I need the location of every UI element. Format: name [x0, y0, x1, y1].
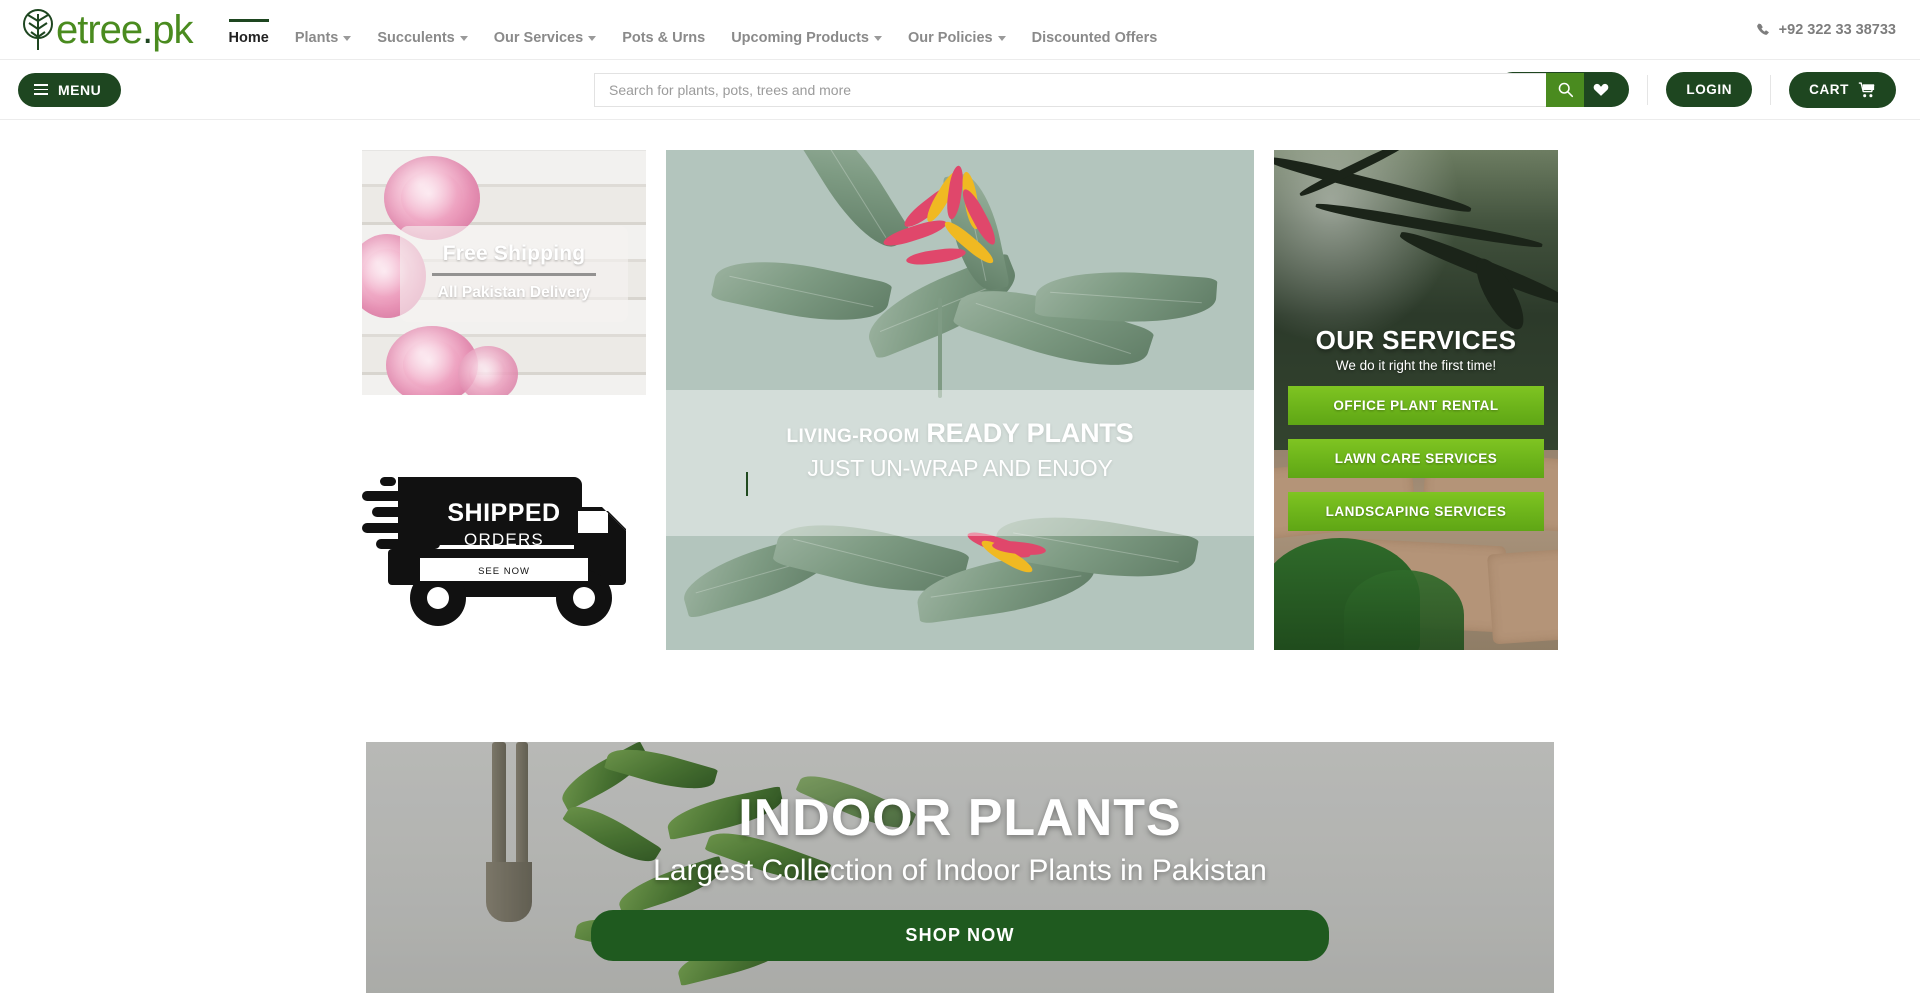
services-button-group: OFFICE PLANT RENTAL LAWN CARE SERVICES L…: [1288, 386, 1544, 545]
hero-headline-bold: READY PLANTS: [926, 418, 1133, 448]
menu-button-label: MENU: [58, 82, 101, 98]
header-divider-2: [1770, 75, 1771, 105]
header-search-bar: MENU WISHLIST LOGIN CART: [0, 60, 1920, 120]
search-form: [594, 73, 1584, 107]
nav-label: Succulents: [377, 30, 454, 46]
divider-line: [432, 273, 596, 276]
shipped-orders-card[interactable]: SHIPPED ORDERS SEE NOW: [362, 455, 646, 630]
lawn-care-services-button[interactable]: LAWN CARE SERVICES: [1288, 439, 1544, 478]
office-plant-rental-button[interactable]: OFFICE PLANT RENTAL: [1288, 386, 1544, 425]
promo-row: Free Shipping All Pakistan Delivery: [0, 120, 1920, 650]
nav-label: Our Policies: [908, 30, 993, 46]
cart-button[interactable]: CART: [1789, 72, 1896, 108]
nav-item-our-services[interactable]: Our Services: [494, 30, 596, 52]
tree-in-circle-icon: [18, 8, 60, 52]
nav-item-pots-and-urns[interactable]: Pots & Urns: [622, 30, 705, 52]
see-now-badge[interactable]: SEE NOW: [420, 562, 588, 581]
cart-icon: [1858, 82, 1876, 98]
logo-wordmark: etree.pk: [56, 10, 193, 50]
shop-now-button[interactable]: SHOP NOW: [591, 910, 1329, 961]
chevron-down-icon: [588, 36, 596, 41]
nav-item-succulents[interactable]: Succulents: [377, 30, 467, 52]
nav-item-upcoming-products[interactable]: Upcoming Products: [731, 30, 882, 52]
stem-decoration: [938, 298, 942, 398]
heart-icon: [1593, 82, 1609, 97]
indoor-plants-banner[interactable]: INDOOR PLANTS Largest Collection of Indo…: [366, 742, 1554, 993]
page-content: Free Shipping All Pakistan Delivery: [0, 120, 1920, 993]
free-shipping-plaque: Free Shipping All Pakistan Delivery: [400, 226, 628, 322]
logo-text-pk: pk: [152, 8, 192, 52]
indoor-plants-subtitle: Largest Collection of Indoor Plants in P…: [366, 854, 1554, 888]
phone-icon: [1756, 22, 1771, 37]
free-shipping-subtitle: All Pakistan Delivery: [410, 284, 618, 302]
search-icon: [1557, 81, 1574, 98]
site-logo[interactable]: etree.pk: [18, 8, 193, 52]
nav-label: Upcoming Products: [731, 30, 869, 46]
nav-item-plants[interactable]: Plants: [295, 30, 352, 52]
chevron-down-icon: [998, 36, 1006, 41]
nav-label: Plants: [295, 30, 339, 46]
nav-item-our-policies[interactable]: Our Policies: [908, 30, 1006, 52]
hero-headline: LIVING-ROOM READY PLANTS: [666, 418, 1254, 449]
contact-phone[interactable]: +92 322 33 38733: [1756, 22, 1896, 38]
menu-button[interactable]: MENU: [18, 73, 121, 107]
cart-label: CART: [1809, 82, 1849, 97]
delivery-truck-icon: [362, 455, 646, 630]
chevron-down-icon: [343, 36, 351, 41]
nav-item-discounted-offers[interactable]: Discounted Offers: [1032, 30, 1158, 52]
hero-copy: LIVING-ROOM READY PLANTS JUST UN-WRAP AN…: [666, 418, 1254, 482]
free-shipping-card[interactable]: Free Shipping All Pakistan Delivery: [362, 150, 646, 395]
nav-item-home[interactable]: Home: [229, 30, 269, 52]
promo-left-column: Free Shipping All Pakistan Delivery: [362, 150, 646, 650]
hamburger-icon: [34, 84, 48, 95]
free-shipping-title: Free Shipping: [410, 242, 618, 266]
our-services-card[interactable]: OUR SERVICES We do it right the first ti…: [1274, 150, 1558, 650]
main-navigation: Home Plants Succulents Our Services Pots…: [229, 8, 1158, 52]
landscaping-services-button[interactable]: LANDSCAPING SERVICES: [1288, 492, 1544, 531]
hero-banner[interactable]: LIVING-ROOM READY PLANTS JUST UN-WRAP AN…: [666, 150, 1254, 650]
flower-decoration: [458, 346, 518, 395]
hero-headline-light: LIVING-ROOM: [787, 426, 920, 447]
indoor-plants-row: INDOOR PLANTS Largest Collection of Indo…: [0, 742, 1920, 993]
login-label: LOGIN: [1686, 82, 1732, 97]
search-input[interactable]: [594, 73, 1546, 107]
hero-subline: JUST UN-WRAP AND ENJOY: [666, 455, 1254, 482]
header-divider-1: [1647, 75, 1648, 105]
logo-text-etree: etree: [56, 8, 142, 52]
nav-label: Discounted Offers: [1032, 30, 1158, 46]
login-button[interactable]: LOGIN: [1666, 72, 1752, 107]
phone-number: +92 322 33 38733: [1779, 22, 1896, 38]
services-subtitle: We do it right the first time!: [1274, 358, 1558, 373]
header-top-bar: etree.pk Home Plants Succulents Our Serv…: [0, 0, 1920, 60]
indoor-plants-title: INDOOR PLANTS: [366, 788, 1554, 848]
logo-text-dot: .: [142, 8, 152, 52]
chevron-down-icon: [460, 36, 468, 41]
services-title: OUR SERVICES: [1274, 325, 1558, 356]
nav-label: Pots & Urns: [622, 30, 705, 46]
nav-label: Home: [229, 30, 269, 46]
search-submit-button[interactable]: [1546, 73, 1584, 107]
nav-label: Our Services: [494, 30, 583, 46]
chevron-down-icon: [874, 36, 882, 41]
